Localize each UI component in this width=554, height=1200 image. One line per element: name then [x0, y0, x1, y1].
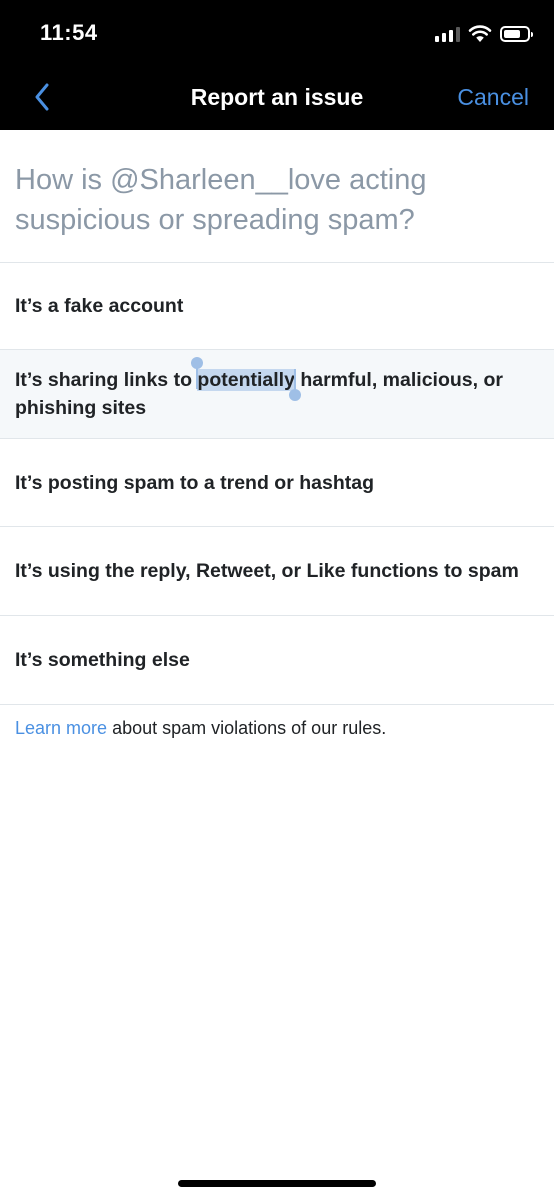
option-label: It’s using the reply, Retweet, or Like f… — [15, 560, 519, 582]
option-label: It’s something else — [15, 649, 190, 671]
footer-text: about spam violations of our rules. — [107, 718, 387, 738]
divider — [0, 704, 554, 705]
cancel-button[interactable]: Cancel — [457, 84, 529, 111]
battery-icon — [500, 26, 533, 42]
top-bar: 11:54 Report an issue Cancel — [0, 0, 554, 130]
option-label: It’s sharing links to potentially harmfu… — [15, 357, 534, 422]
home-indicator[interactable] — [178, 1180, 376, 1187]
option-trend-spam[interactable]: It’s posting spam to a trend or hashtag — [0, 439, 554, 526]
option-harmful-links[interactable]: It’s sharing links to potentially harmfu… — [0, 350, 554, 438]
option-fake-account[interactable]: It’s a fake account — [0, 263, 554, 349]
option-label: It’s posting spam to a trend or hashtag — [15, 471, 374, 494]
selection-start-handle[interactable] — [191, 357, 204, 389]
option-label: It’s a fake account — [15, 295, 184, 317]
option-something-else[interactable]: It’s something else — [0, 616, 554, 704]
status-icons — [435, 22, 533, 46]
learn-more-link[interactable]: Learn more — [15, 718, 107, 738]
report-question: How is @Sharleen__love acting suspicious… — [15, 164, 427, 236]
status-time: 11:54 — [40, 20, 98, 45]
text-selection[interactable]: potentially — [191, 357, 301, 401]
cellular-signal-icon — [435, 26, 460, 42]
option-label-start: It’s sharing links to — [15, 369, 198, 391]
wifi-icon — [468, 25, 492, 42]
selection-end-handle[interactable] — [288, 369, 301, 401]
selected-text: potentially — [197, 369, 295, 391]
footer-note: Learn more about spam violations of our … — [15, 718, 386, 739]
option-reply-retweet-like-spam[interactable]: It’s using the reply, Retweet, or Like f… — [0, 527, 554, 615]
